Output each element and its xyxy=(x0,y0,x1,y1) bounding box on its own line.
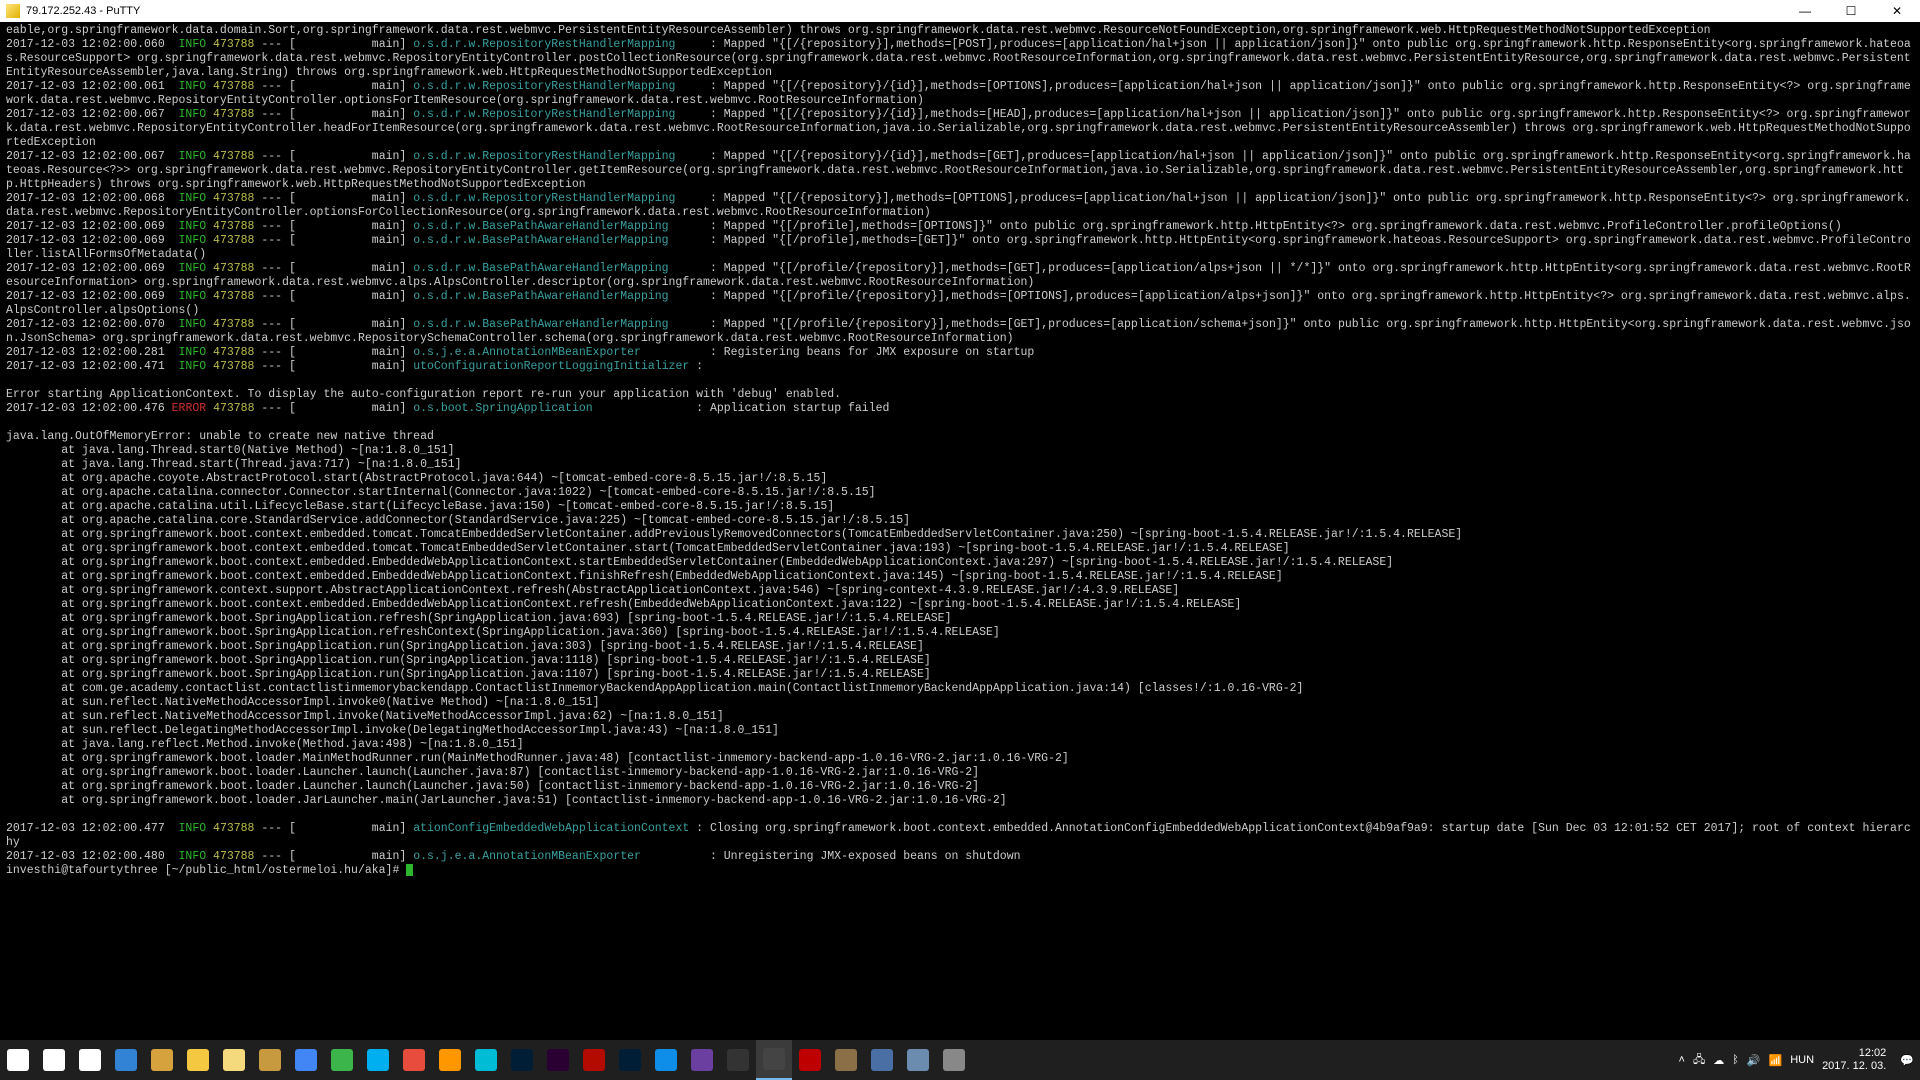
taskbar-app-cmd[interactable] xyxy=(720,1040,756,1080)
putty-icon xyxy=(6,4,20,18)
app1-icon xyxy=(475,1049,497,1071)
cmd-icon xyxy=(727,1049,749,1071)
minimize-button[interactable]: — xyxy=(1782,0,1828,22)
taskbar-app-explorer2[interactable] xyxy=(252,1040,288,1080)
tray-wifi-icon[interactable]: 📶 xyxy=(1769,1054,1783,1067)
app3-icon xyxy=(871,1049,893,1071)
explorer-icon xyxy=(187,1049,209,1071)
taskbar-app-search[interactable] xyxy=(36,1040,72,1080)
start-icon xyxy=(7,1049,29,1071)
tray-onedrive-icon[interactable]: ☁ xyxy=(1713,1054,1724,1067)
acrobat-icon xyxy=(583,1049,605,1071)
taskbar-app-edge[interactable] xyxy=(108,1040,144,1080)
taskbar-app-taskview[interactable] xyxy=(72,1040,108,1080)
taskbar-app-explorer[interactable] xyxy=(180,1040,216,1080)
close-button[interactable]: ✕ xyxy=(1874,0,1920,22)
tray-chevron-icon[interactable]: ˄ xyxy=(1679,1054,1685,1066)
terminal-output[interactable]: eable,org.springframework.data.domain.So… xyxy=(0,22,1920,1040)
taskview-icon xyxy=(79,1049,101,1071)
taskbar-app-app5[interactable] xyxy=(936,1040,972,1080)
taskbar-app-filezilla[interactable] xyxy=(792,1040,828,1080)
filezilla-icon xyxy=(799,1049,821,1071)
tray-volume-icon[interactable]: 🔊 xyxy=(1747,1054,1761,1067)
taskbar-app-app1[interactable] xyxy=(468,1040,504,1080)
app2-icon xyxy=(835,1049,857,1071)
tray-clock[interactable]: 12:02 2017. 12. 03. xyxy=(1822,1047,1892,1073)
system-tray[interactable]: ˄ 🖧 ☁ ᛒ 🔊 📶 HUN 12:02 2017. 12. 03. 💬 xyxy=(1679,1047,1915,1073)
maximize-button[interactable]: ☐ xyxy=(1828,0,1874,22)
putty-icon xyxy=(763,1048,785,1070)
skype-icon xyxy=(367,1049,389,1071)
taskbar-app-acrobat[interactable] xyxy=(576,1040,612,1080)
utorrent-icon xyxy=(331,1049,353,1071)
search-icon xyxy=(43,1049,65,1071)
taskbar-app-photoshop[interactable] xyxy=(612,1040,648,1080)
window-title: 79.172.252.43 - PuTTY xyxy=(26,5,140,17)
taskbar-app-sublime[interactable] xyxy=(432,1040,468,1080)
taskbar: ˄ 🖧 ☁ ᛒ 🔊 📶 HUN 12:02 2017. 12. 03. 💬 xyxy=(0,1040,1920,1080)
app5-icon xyxy=(943,1049,965,1071)
taskbar-app-lightroom[interactable] xyxy=(504,1040,540,1080)
sublime-icon xyxy=(439,1049,461,1071)
tray-language[interactable]: HUN xyxy=(1790,1054,1814,1066)
taskbar-app-putty[interactable] xyxy=(756,1040,792,1080)
taskbar-app-start[interactable] xyxy=(0,1040,36,1080)
taskbar-app-utorrent[interactable] xyxy=(324,1040,360,1080)
edge-icon xyxy=(115,1049,137,1071)
taskbar-app-store[interactable] xyxy=(144,1040,180,1080)
taskbar-app-notepad[interactable] xyxy=(216,1040,252,1080)
photoshop-icon xyxy=(619,1049,641,1071)
store-icon xyxy=(151,1049,173,1071)
explorer2-icon xyxy=(259,1049,281,1071)
intellij-icon xyxy=(691,1049,713,1071)
titlebar[interactable]: 79.172.252.43 - PuTTY — ☐ ✕ xyxy=(0,0,1920,22)
taskbar-app-chrome[interactable] xyxy=(288,1040,324,1080)
teamviewer-icon xyxy=(655,1049,677,1071)
taskbar-app-app3[interactable] xyxy=(864,1040,900,1080)
taskbar-app-app4[interactable] xyxy=(900,1040,936,1080)
taskbar-app-premiere[interactable] xyxy=(540,1040,576,1080)
taskbar-app-intellij[interactable] xyxy=(684,1040,720,1080)
taskbar-app-teamviewer[interactable] xyxy=(648,1040,684,1080)
lightroom-icon xyxy=(511,1049,533,1071)
terminal-cursor xyxy=(406,864,413,876)
tray-network-icon[interactable]: 🖧 xyxy=(1693,1051,1705,1070)
app4-icon xyxy=(907,1049,929,1071)
premiere-icon xyxy=(547,1049,569,1071)
tray-notifications-icon[interactable]: 💬 xyxy=(1900,1054,1914,1067)
notepad-icon xyxy=(223,1049,245,1071)
taskbar-app-ccleaner[interactable] xyxy=(396,1040,432,1080)
tray-bluetooth-icon[interactable]: ᛒ xyxy=(1732,1054,1739,1066)
chrome-icon xyxy=(295,1049,317,1071)
taskbar-app-skype[interactable] xyxy=(360,1040,396,1080)
ccleaner-icon xyxy=(403,1049,425,1071)
taskbar-app-app2[interactable] xyxy=(828,1040,864,1080)
